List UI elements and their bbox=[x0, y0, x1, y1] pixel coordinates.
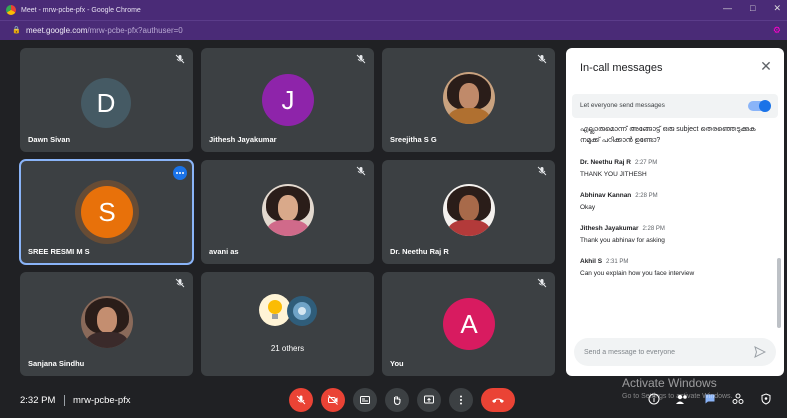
more-options-button[interactable] bbox=[449, 388, 473, 412]
participant-name: Jithesh Jayakumar bbox=[209, 135, 277, 144]
avatar: A bbox=[443, 298, 495, 350]
divider bbox=[64, 395, 65, 406]
participant-name: avani as bbox=[209, 247, 239, 256]
close-icon[interactable]: ✕ bbox=[758, 58, 774, 74]
message-input[interactable] bbox=[574, 338, 776, 366]
participant-tile-you[interactable]: A You bbox=[382, 272, 555, 376]
mic-off-icon bbox=[537, 166, 547, 176]
url-path: /mrw-pcbe-pfx?authuser=0 bbox=[87, 26, 183, 35]
group-avatar-icon bbox=[287, 296, 317, 326]
message-sender: Jithesh Jayakumar bbox=[580, 225, 639, 232]
raise-hand-button[interactable] bbox=[385, 388, 409, 412]
hang-up-icon bbox=[492, 398, 504, 403]
message-time: 2:31 PM bbox=[606, 259, 629, 265]
raise-hand-icon bbox=[393, 396, 401, 406]
activate-windows-subtext: Go to Settings to activate Windows. bbox=[622, 393, 733, 400]
avatar-photo bbox=[81, 296, 133, 348]
mic-off-icon bbox=[175, 278, 185, 288]
meeting-code: mrw-pcbe-pfx bbox=[73, 395, 131, 406]
participant-name: Dr. Neethu Raj R bbox=[390, 247, 449, 256]
participant-tile-jithesh-jayakumar[interactable]: J Jithesh Jayakumar bbox=[201, 48, 374, 152]
message-sender: Abhinav Kannan bbox=[580, 192, 632, 199]
more-vert-icon bbox=[460, 395, 462, 405]
participant-tile-sreejitha[interactable]: Sreejitha S G bbox=[382, 48, 555, 152]
others-count: 21 others bbox=[270, 344, 305, 353]
participant-tile-avani[interactable]: avani as bbox=[201, 160, 374, 264]
mic-off-icon bbox=[537, 54, 547, 64]
message-item: Akhil S 2:31 PM Can you explain how you f… bbox=[580, 258, 760, 278]
message-text: Okay bbox=[580, 204, 596, 211]
panel-title: In-call messages bbox=[580, 62, 663, 74]
message-item: Jithesh Jayakumar 2:28 PM Thank you abhin… bbox=[580, 225, 760, 245]
clock-text: 2:32 PM bbox=[20, 395, 56, 406]
chat-scrollbar[interactable] bbox=[777, 258, 781, 328]
mic-off-icon bbox=[296, 395, 306, 405]
close-window-icon[interactable]: ✕ bbox=[773, 3, 781, 14]
mic-off-icon bbox=[537, 278, 547, 288]
mic-off-icon bbox=[356, 54, 366, 64]
participant-name: Sreejitha S G bbox=[390, 135, 437, 144]
maximize-icon[interactable]: □ bbox=[750, 3, 755, 14]
speaking-indicator-icon bbox=[173, 166, 187, 180]
address-bar[interactable]: 🔒 meet.google.com/mrw-pcbe-pfx?authuser=… bbox=[0, 20, 787, 40]
avatar: S bbox=[81, 186, 133, 238]
participant-name: SREE RESMI M S bbox=[28, 247, 90, 256]
message-time: 2:27 PM bbox=[634, 160, 658, 166]
mic-off-icon bbox=[175, 54, 185, 64]
message-item: Dr. Neethu Raj R 2:27 PM THANK YOU JITHES… bbox=[580, 159, 760, 179]
message-text: Can you explain how you face interview bbox=[580, 270, 695, 277]
avatar: D bbox=[81, 78, 131, 128]
avatar-photo bbox=[443, 72, 495, 124]
participant-tile-sree-resmi[interactable]: S SREE RESMI M S bbox=[19, 159, 194, 265]
activate-windows-watermark: Activate Windows bbox=[622, 376, 717, 390]
message-list: എല്ലാരുമൊന്ന് അങ്ങോട്ട് ഒരു subject തെരഞ… bbox=[580, 124, 760, 291]
captions-button[interactable] bbox=[353, 388, 377, 412]
others-tile[interactable]: 21 others bbox=[201, 272, 374, 376]
avatar-photo bbox=[443, 184, 495, 236]
present-screen-button[interactable] bbox=[417, 388, 441, 412]
lock-icon: 🔒 bbox=[12, 26, 21, 34]
mic-toggle-button[interactable] bbox=[289, 388, 313, 412]
mic-off-icon bbox=[356, 166, 366, 176]
message-text: THANK YOU JITHESH bbox=[580, 171, 647, 178]
camera-off-icon bbox=[328, 395, 338, 405]
browser-titlebar: Meet - mrw-pcbe-pfx - Google Chrome — □ … bbox=[0, 0, 787, 20]
present-icon bbox=[424, 395, 434, 404]
leave-call-button[interactable] bbox=[481, 388, 515, 412]
meet-favicon-icon bbox=[6, 5, 16, 15]
camera-toggle-button[interactable] bbox=[321, 388, 345, 412]
participant-name: Sanjana Sindhu bbox=[28, 359, 85, 368]
url-host: meet.google.com bbox=[26, 26, 88, 35]
in-call-messages-panel: In-call messages ✕ Let everyone send mes… bbox=[566, 48, 784, 376]
message-text-malayalam: എല്ലാരുമൊന്ന് അങ്ങോട്ട് ഒരു subject തെരഞ… bbox=[580, 126, 756, 144]
minimize-icon[interactable]: — bbox=[723, 3, 732, 14]
participant-name: Dawn Sivan bbox=[28, 135, 71, 144]
participant-name: You bbox=[390, 359, 404, 368]
message-time: 2:28 PM bbox=[642, 226, 665, 232]
message-text: Thank you abhinav for asking bbox=[580, 237, 665, 244]
host-controls-icon[interactable] bbox=[759, 392, 773, 406]
participant-tile-sanjana[interactable]: Sanjana Sindhu bbox=[20, 272, 193, 376]
message-sender: Akhil S bbox=[580, 258, 603, 265]
captions-icon bbox=[360, 396, 370, 404]
permission-label: Let everyone send messages bbox=[580, 102, 665, 109]
extension-icon[interactable]: ⚙ bbox=[773, 25, 781, 36]
url-text[interactable]: meet.google.com/mrw-pcbe-pfx?authuser=0 bbox=[26, 26, 183, 35]
avatar: J bbox=[262, 74, 314, 126]
participant-tile-neethu-raj[interactable]: Dr. Neethu Raj R bbox=[382, 160, 555, 264]
message-item: Abhinav Kannan 2:28 PM Okay bbox=[580, 192, 760, 212]
message-sender: Dr. Neethu Raj R bbox=[580, 159, 631, 166]
participant-tile-dawn-sivan[interactable]: D Dawn Sivan bbox=[20, 48, 193, 152]
send-icon[interactable] bbox=[754, 346, 766, 358]
avatar-photo bbox=[262, 184, 314, 236]
activities-icon[interactable] bbox=[731, 392, 745, 406]
window-title: Meet - mrw-pcbe-pfx - Google Chrome bbox=[21, 6, 141, 14]
send-permission-row: Let everyone send messages bbox=[572, 94, 778, 118]
send-permission-toggle[interactable] bbox=[748, 100, 771, 112]
message-time: 2:28 PM bbox=[635, 193, 658, 199]
window-controls: — □ ✕ bbox=[723, 3, 781, 14]
